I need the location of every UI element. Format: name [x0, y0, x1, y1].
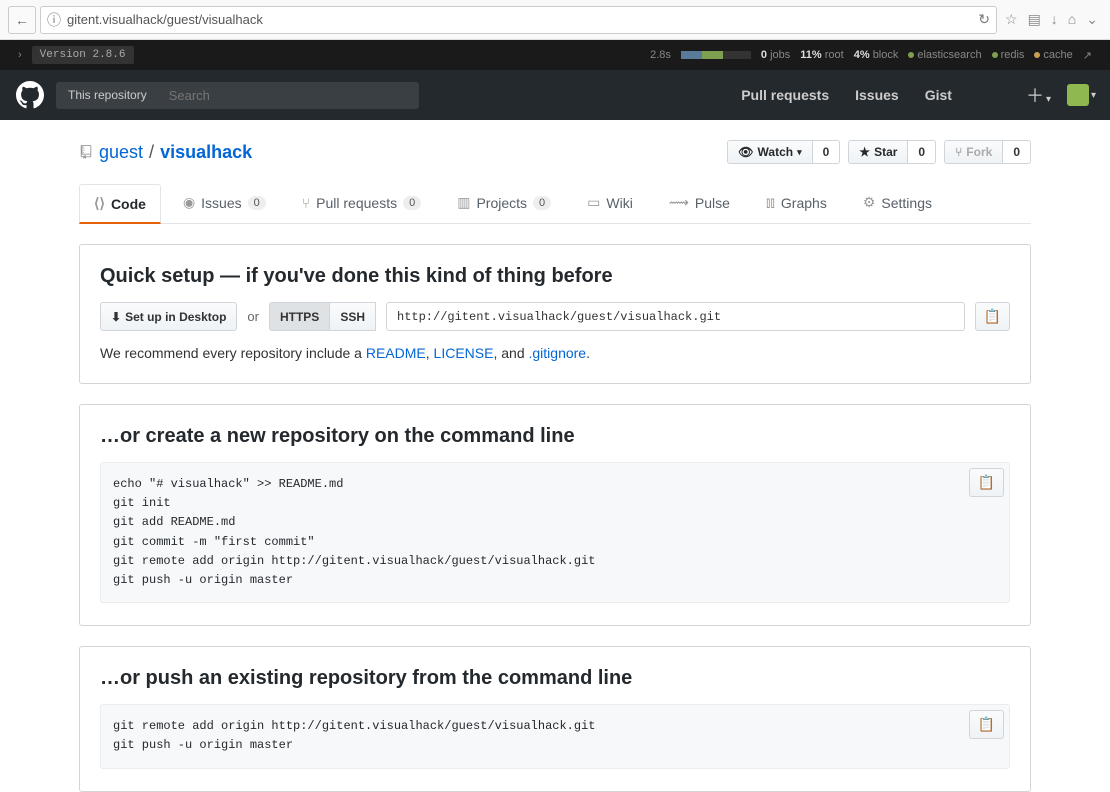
- recommend-text: We recommend every repository include a …: [100, 345, 1010, 361]
- repo-header: guest / visualhack 👁Watch▾ 0 ★Star 0 ⑂Fo…: [79, 140, 1031, 164]
- create-repo-box: …or create a new repository on the comma…: [79, 404, 1031, 626]
- block-label: block: [873, 49, 899, 61]
- jobs-label: jobs: [770, 49, 790, 61]
- browser-toolbar: ← ⓘ gitent.visualhack/guest/visualhack ↻…: [0, 0, 1110, 40]
- avatar: [1067, 84, 1089, 106]
- clipboard-icon: 📋: [978, 474, 995, 490]
- pocket-icon[interactable]: ⌄: [1086, 11, 1098, 28]
- home-icon[interactable]: ⌂: [1068, 11, 1076, 28]
- issue-icon: ◉: [183, 194, 195, 211]
- debug-bar: › Version 2.8.6 2.8s 0 jobs 11% root 4% …: [0, 40, 1110, 70]
- main-nav: This repository Pull requests Issues Gis…: [0, 70, 1110, 120]
- copy-push-button[interactable]: 📋: [969, 710, 1004, 739]
- push-repo-commands[interactable]: git remote add origin http://gitent.visu…: [100, 704, 1010, 768]
- repo-tabs: ⟨⟩Code ◉Issues0 ⑂Pull requests0 ▥Project…: [79, 184, 1031, 224]
- create-repo-commands[interactable]: echo "# visualhack" >> README.md git ini…: [100, 462, 1010, 603]
- create-repo-heading: …or create a new repository on the comma…: [100, 425, 1010, 448]
- url-bar[interactable]: ⓘ gitent.visualhack/guest/visualhack ↻: [40, 6, 997, 34]
- root-pct: 11%: [800, 49, 821, 61]
- fork-icon: ⑂: [955, 145, 962, 159]
- es-status: elasticsearch: [908, 49, 981, 61]
- browser-tools: ☆ ▤ ↓ ⌂ ⌄: [1001, 11, 1102, 28]
- reload-icon[interactable]: ↻: [978, 11, 990, 28]
- ssh-button[interactable]: SSH: [330, 302, 376, 331]
- url-text: gitent.visualhack/guest/visualhack: [67, 12, 972, 27]
- push-repo-box: …or push an existing repository from the…: [79, 646, 1031, 791]
- debug-progress: [681, 51, 751, 59]
- rocket-icon[interactable]: ↗: [1083, 49, 1092, 62]
- star-button[interactable]: ★Star: [848, 140, 908, 164]
- star-icon: ★: [859, 145, 870, 159]
- tab-projects[interactable]: ▥Projects0: [443, 184, 565, 223]
- repo-name-link[interactable]: visualhack: [160, 142, 252, 163]
- tab-code[interactable]: ⟨⟩Code: [79, 184, 161, 224]
- license-link[interactable]: LICENSE: [434, 345, 494, 361]
- clone-url-input[interactable]: [386, 302, 965, 331]
- root-label: root: [825, 49, 844, 61]
- pr-icon: ⑂: [302, 195, 310, 211]
- tab-issues[interactable]: ◉Issues0: [169, 184, 280, 223]
- cache-status: cache: [1034, 49, 1072, 61]
- library-icon[interactable]: ▤: [1028, 11, 1041, 28]
- code-icon: ⟨⟩: [94, 195, 105, 212]
- redis-status: redis: [992, 49, 1025, 61]
- project-icon: ▥: [457, 194, 470, 211]
- or-text: or: [247, 309, 259, 324]
- https-button[interactable]: HTTPS: [269, 302, 330, 331]
- repo-title: guest / visualhack: [79, 142, 252, 163]
- nav-gist[interactable]: Gist: [917, 87, 960, 103]
- gear-icon: ⚙: [863, 194, 876, 211]
- debug-chevron-icon: ›: [18, 49, 22, 61]
- desktop-icon: ⬇: [111, 310, 121, 324]
- tab-pull-requests[interactable]: ⑂Pull requests0: [288, 184, 435, 223]
- gitignore-link[interactable]: .gitignore: [529, 345, 587, 361]
- readme-link[interactable]: README: [366, 345, 426, 361]
- repo-icon: [79, 145, 93, 159]
- search-scope[interactable]: This repository: [56, 82, 159, 109]
- block-pct: 4%: [854, 49, 870, 61]
- github-logo-icon[interactable]: [14, 79, 46, 111]
- star-count[interactable]: 0: [908, 140, 936, 164]
- fork-button[interactable]: ⑂Fork: [944, 140, 1003, 164]
- debug-time: 2.8s: [650, 49, 671, 61]
- tab-pulse[interactable]: ⟿Pulse: [655, 184, 744, 223]
- chevron-down-icon: ▾: [797, 147, 802, 158]
- tab-wiki[interactable]: ▭Wiki: [573, 184, 647, 223]
- back-button[interactable]: ←: [8, 6, 36, 34]
- graph-icon: ⫾⫾: [766, 194, 775, 211]
- tab-settings[interactable]: ⚙Settings: [849, 184, 946, 223]
- bookmark-icon[interactable]: ☆: [1005, 11, 1018, 28]
- info-icon[interactable]: ⓘ: [47, 10, 61, 30]
- repo-owner-link[interactable]: guest: [99, 142, 143, 163]
- tab-graphs[interactable]: ⫾⫾Graphs: [752, 184, 841, 223]
- repo-sep: /: [149, 142, 154, 163]
- watch-button[interactable]: 👁Watch▾: [727, 140, 812, 164]
- create-new-menu[interactable]: ＋▾: [1020, 82, 1057, 108]
- desktop-button[interactable]: ⬇Set up in Desktop: [100, 302, 237, 331]
- user-menu[interactable]: ▾: [1067, 84, 1096, 106]
- fork-count[interactable]: 0: [1003, 140, 1031, 164]
- eye-icon: 👁: [738, 145, 753, 159]
- nav-pull-requests[interactable]: Pull requests: [733, 87, 837, 103]
- download-icon[interactable]: ↓: [1051, 11, 1058, 28]
- clipboard-icon: 📋: [978, 716, 995, 732]
- quick-setup-heading: Quick setup — if you've done this kind o…: [100, 265, 1010, 288]
- nav-issues[interactable]: Issues: [847, 87, 907, 103]
- copy-url-button[interactable]: 📋: [975, 302, 1010, 331]
- copy-create-button[interactable]: 📋: [969, 468, 1004, 497]
- push-repo-heading: …or push an existing repository from the…: [100, 667, 1010, 690]
- pulse-icon: ⟿: [669, 194, 689, 211]
- quick-setup-box: Quick setup — if you've done this kind o…: [79, 244, 1031, 384]
- jobs-count: 0: [761, 49, 767, 61]
- search-input[interactable]: [159, 82, 419, 109]
- book-icon: ▭: [587, 194, 600, 211]
- watch-count[interactable]: 0: [813, 140, 841, 164]
- version-chip: Version 2.8.6: [32, 46, 134, 64]
- clipboard-icon: 📋: [984, 308, 1001, 324]
